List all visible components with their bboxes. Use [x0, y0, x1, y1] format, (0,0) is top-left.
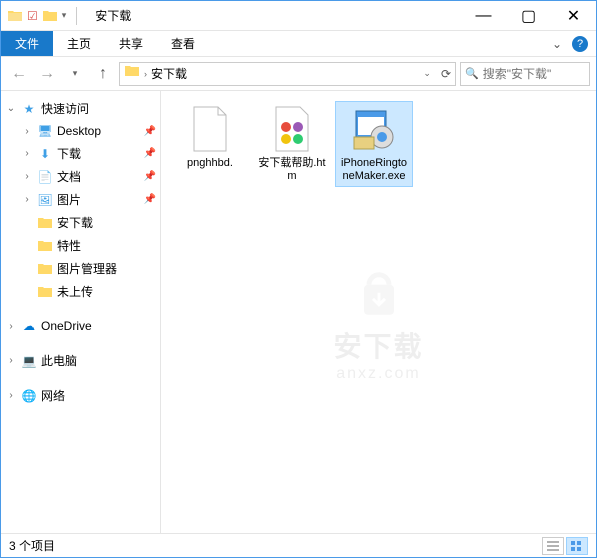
navbar: ← → ▾ ↑ › 安下载 ⌄ ⟳ 🔍	[1, 57, 596, 91]
file-label: pnghhbd.	[187, 157, 233, 170]
close-button[interactable]: ✕	[551, 1, 596, 31]
file-item[interactable]: 安下载帮助.htm	[253, 101, 331, 187]
sidebar-item-label: Desktop	[57, 124, 101, 138]
htm-file-icon	[268, 105, 316, 153]
file-content-area[interactable]: 安下载 anxz.com pnghhbd. 安下载帮助.htm iPhone	[161, 91, 596, 533]
sidebar-item-folder[interactable]: 特性	[1, 234, 160, 257]
sidebar-item-folder[interactable]: 未上传	[1, 280, 160, 303]
expand-icon[interactable]: ›	[5, 390, 17, 401]
sidebar-item-label: 特性	[57, 237, 81, 254]
expand-icon[interactable]: ›	[21, 148, 33, 159]
qat-dropdown-icon[interactable]: ▾	[62, 10, 67, 21]
pin-icon: 📌	[144, 194, 156, 205]
tab-share[interactable]: 共享	[105, 31, 157, 56]
expand-icon[interactable]: ›	[21, 126, 33, 137]
sidebar: ⌄ ★ 快速访问 › 🖥 Desktop 📌 › ⬇ 下载 📌 › 📄 文档 📌	[1, 91, 161, 533]
sidebar-item-desktop[interactable]: › 🖥 Desktop 📌	[1, 120, 160, 142]
watermark: 安下载 anxz.com	[333, 265, 423, 383]
folder-icon	[37, 261, 53, 277]
back-button[interactable]: ←	[7, 62, 31, 86]
help-icon[interactable]: ?	[572, 36, 588, 52]
address-dropdown-icon[interactable]: ⌄	[423, 68, 431, 79]
up-button[interactable]: ↑	[91, 62, 115, 86]
status-count: 3 个项目	[9, 537, 55, 554]
cloud-icon: ☁	[21, 318, 37, 334]
computer-icon: 💻	[21, 353, 37, 369]
desktop-icon: 🖥	[37, 123, 53, 139]
tab-view[interactable]: 查看	[157, 31, 209, 56]
sidebar-item-label: 快速访问	[41, 100, 89, 117]
document-icon: 📄	[37, 169, 53, 185]
sidebar-network[interactable]: › 🌐 网络	[1, 384, 160, 407]
pin-icon: 📌	[144, 171, 156, 182]
star-icon: ★	[21, 101, 37, 117]
sidebar-item-folder[interactable]: 图片管理器	[1, 257, 160, 280]
search-input[interactable]	[483, 67, 585, 81]
address-bar[interactable]: › 安下载 ⌄ ⟳	[119, 62, 456, 86]
search-box[interactable]: 🔍	[460, 62, 590, 86]
sidebar-item-label: 图片	[57, 191, 81, 208]
file-item[interactable]: iPhoneRingtoneMaker.exe	[335, 101, 413, 187]
sidebar-item-label: 安下载	[57, 214, 93, 231]
statusbar: 3 个项目	[1, 533, 596, 557]
folder-icon	[37, 238, 53, 254]
sidebar-item-label: 未上传	[57, 283, 93, 300]
pin-icon: 📌	[144, 148, 156, 159]
qat-folder-icon[interactable]	[42, 8, 58, 24]
sidebar-item-downloads[interactable]: › ⬇ 下载 📌	[1, 142, 160, 165]
sidebar-item-label: 图片管理器	[57, 260, 117, 277]
minimize-button[interactable]: —	[461, 1, 506, 31]
folder-icon	[37, 215, 53, 231]
sidebar-item-label: 下载	[57, 145, 81, 162]
picture-icon: 🖼	[37, 192, 53, 208]
tab-home[interactable]: 主页	[53, 31, 105, 56]
pin-icon: 📌	[144, 126, 156, 137]
collapse-icon[interactable]: ⌄	[5, 103, 17, 114]
file-label: 安下载帮助.htm	[257, 157, 327, 183]
sidebar-quick-access[interactable]: ⌄ ★ 快速访问	[1, 97, 160, 120]
expand-icon[interactable]: ›	[5, 321, 17, 332]
folder-icon	[37, 284, 53, 300]
search-icon: 🔍	[465, 67, 479, 80]
breadcrumb-item[interactable]: 安下载	[151, 65, 187, 82]
sidebar-item-label: 网络	[41, 387, 65, 404]
expand-icon[interactable]: ›	[21, 194, 33, 205]
sidebar-item-label: 文档	[57, 168, 81, 185]
recent-dropdown[interactable]: ▾	[63, 62, 87, 86]
sidebar-item-folder[interactable]: 安下载	[1, 211, 160, 234]
file-item[interactable]: pnghhbd.	[171, 101, 249, 187]
address-folder-icon	[124, 63, 140, 84]
sidebar-onedrive[interactable]: › ☁ OneDrive	[1, 315, 160, 337]
window-title: 安下载	[95, 7, 131, 24]
sidebar-thispc[interactable]: › 💻 此电脑	[1, 349, 160, 372]
forward-button[interactable]: →	[35, 62, 59, 86]
network-icon: 🌐	[21, 388, 37, 404]
sidebar-item-pictures[interactable]: › 🖼 图片 📌	[1, 188, 160, 211]
ribbon-expand-icon[interactable]: ⌄	[552, 37, 562, 51]
expand-icon[interactable]: ›	[21, 171, 33, 182]
blank-file-icon	[186, 105, 234, 153]
titlebar: ☑ ▾ 安下载 — ▢ ✕	[1, 1, 596, 31]
tab-file[interactable]: 文件	[1, 31, 53, 56]
folder-icon	[7, 8, 23, 24]
sidebar-item-label: 此电脑	[41, 352, 77, 369]
sidebar-item-documents[interactable]: › 📄 文档 📌	[1, 165, 160, 188]
refresh-icon[interactable]: ⟳	[441, 67, 451, 81]
maximize-button[interactable]: ▢	[506, 1, 551, 31]
ribbon: 文件 主页 共享 查看 ⌄ ?	[1, 31, 596, 57]
exe-file-icon	[350, 105, 398, 153]
chevron-right-icon[interactable]: ›	[144, 69, 147, 79]
view-details-button[interactable]	[542, 537, 564, 555]
sidebar-item-label: OneDrive	[41, 319, 92, 333]
file-label: iPhoneRingtoneMaker.exe	[339, 157, 409, 183]
expand-icon[interactable]: ›	[5, 355, 17, 366]
view-icons-button[interactable]	[566, 537, 588, 555]
qat-checkbox-icon[interactable]: ☑	[27, 9, 38, 23]
download-icon: ⬇	[37, 146, 53, 162]
